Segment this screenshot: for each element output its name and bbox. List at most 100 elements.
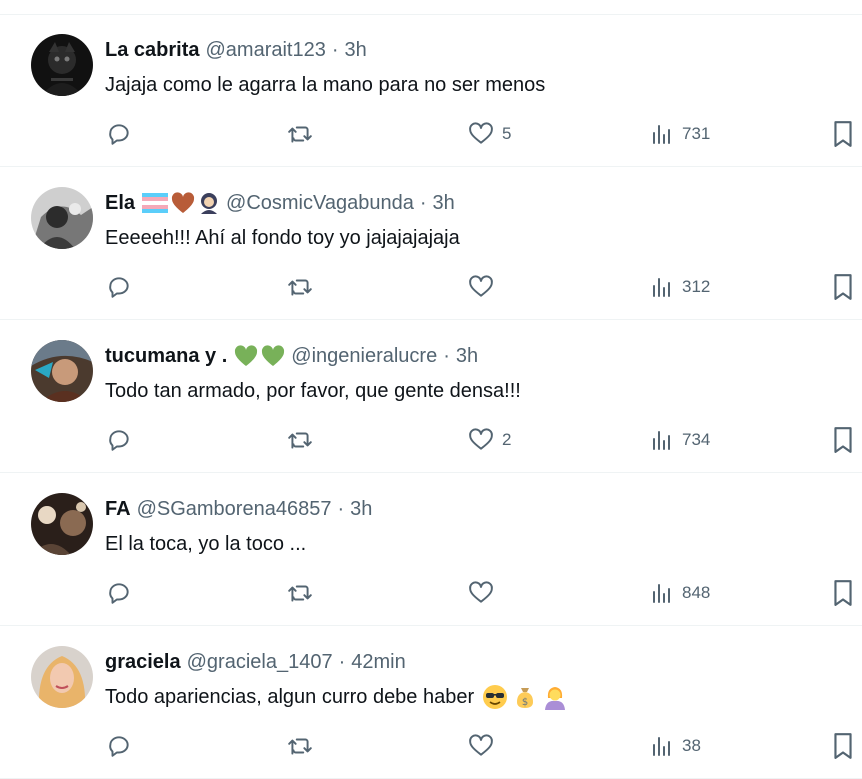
avatar[interactable]: [31, 187, 93, 249]
reply-icon: [109, 583, 129, 604]
like-button[interactable]: [468, 272, 502, 302]
sunglasses-face-icon: [483, 685, 508, 709]
views-icon: [653, 737, 670, 756]
retweet-button[interactable]: [286, 272, 314, 302]
bookmark-button[interactable]: [832, 272, 854, 302]
tweet-text-content: Todo tan armado, por favor, que gente de…: [105, 380, 521, 402]
like-button[interactable]: 5: [468, 119, 511, 149]
author-name[interactable]: tucumana y .: [105, 343, 227, 369]
author-handle[interactable]: @SGamborena46857: [137, 496, 332, 522]
bookmark-button[interactable]: [832, 119, 854, 149]
bookmark-button[interactable]: [832, 731, 854, 761]
view-count: 848: [682, 583, 711, 602]
reply-icon: [109, 277, 129, 298]
brown-heart-icon: [171, 192, 195, 213]
retweet-icon: [288, 738, 312, 755]
retweet-icon: [288, 432, 312, 449]
bookmark-icon: [834, 274, 852, 300]
action-bar: 38: [0, 731, 862, 761]
retweet-button[interactable]: [286, 119, 314, 149]
author-name[interactable]: La cabrita: [105, 37, 199, 63]
tweet-text: Eeeeeh!!! Ahí al fondo toy yo jajajajaja…: [105, 225, 460, 251]
action-bar: 5 731: [0, 119, 862, 149]
retweet-icon: [288, 279, 312, 296]
reply-feed: La cabrita @amarait123 · 3h Jajaja como …: [0, 0, 862, 779]
tweet-text: Todo tan armado, por favor, que gente de…: [105, 378, 521, 404]
retweet-button[interactable]: [286, 425, 314, 455]
reply-button[interactable]: [106, 731, 132, 761]
bookmark-icon: [834, 733, 852, 759]
bookmark-icon: [834, 427, 852, 453]
views-button[interactable]: 734: [650, 425, 710, 455]
retweet-button[interactable]: [286, 731, 314, 761]
avatar[interactable]: [31, 493, 93, 555]
person-with-headscarf-icon: [201, 193, 218, 214]
retweet-button[interactable]: [286, 578, 314, 608]
timestamp[interactable]: 3h: [433, 190, 455, 216]
reply-icon: [109, 430, 129, 451]
timestamp[interactable]: 42min: [351, 649, 405, 675]
like-button[interactable]: [468, 731, 502, 761]
like-button[interactable]: 2: [468, 425, 511, 455]
reply-button[interactable]: [106, 425, 132, 455]
heart-icon: [469, 122, 493, 144]
views-button[interactable]: 312: [650, 272, 710, 302]
timestamp[interactable]: 3h: [350, 496, 372, 522]
tweet-text-content: Todo apariencias, algun curro debe haber: [105, 686, 475, 708]
name-emojis: [142, 192, 220, 214]
views-icon: [653, 125, 670, 144]
view-count: 731: [682, 124, 711, 143]
views-button[interactable]: 38: [650, 731, 701, 761]
views-icon: [653, 431, 670, 450]
tweet[interactable]: FA @SGamborena46857 · 3h El la toca, yo …: [0, 474, 862, 626]
timestamp[interactable]: 3h: [345, 37, 367, 63]
heart-icon: [469, 428, 493, 450]
views-button[interactable]: 731: [650, 119, 710, 149]
reply-button[interactable]: [106, 578, 132, 608]
author-handle[interactable]: @graciela_1407: [187, 649, 333, 675]
avatar[interactable]: [31, 340, 93, 402]
tweet[interactable]: Ela @CosmicVagabunda · 3h Eeeeeh!!! Ahí …: [0, 168, 862, 320]
retweet-icon: [288, 585, 312, 602]
separator-dot: ·: [443, 345, 450, 367]
heart-icon: [469, 275, 493, 297]
tweet-text-content: El la toca, yo la toco ...: [105, 533, 307, 555]
tweet-text: El la toca, yo la toco ...: [105, 531, 306, 557]
views-icon: [653, 278, 670, 297]
reply-icon: [109, 736, 129, 757]
person-shrugging-icon: [545, 687, 566, 710]
avatar[interactable]: [31, 646, 93, 708]
view-count: 312: [682, 277, 711, 296]
reply-icon: [109, 124, 129, 145]
author-name[interactable]: graciela: [105, 649, 181, 675]
tweet-header: tucumana y . @ingenieralucre · 3h: [105, 343, 478, 369]
tweet[interactable]: tucumana y . @ingenieralucre · 3h Todo t…: [0, 321, 862, 473]
bookmark-button[interactable]: [832, 578, 854, 608]
timestamp[interactable]: 3h: [456, 343, 478, 369]
heart-icon: [469, 734, 493, 756]
tweet-header: graciela @graciela_1407 · 42min: [105, 649, 406, 675]
reply-button[interactable]: [106, 119, 132, 149]
author-name[interactable]: Ela: [105, 190, 135, 216]
svg-text:$: $: [522, 697, 528, 708]
author-name[interactable]: FA: [105, 496, 131, 522]
author-handle[interactable]: @ingenieralucre: [291, 343, 437, 369]
view-count: 38: [682, 736, 701, 755]
tweet[interactable]: graciela @graciela_1407 · 42min Todo apa…: [0, 627, 862, 779]
reply-button[interactable]: [106, 272, 132, 302]
tweet[interactable]: La cabrita @amarait123 · 3h Jajaja como …: [0, 15, 862, 167]
separator-dot: ·: [337, 498, 345, 520]
bookmark-button[interactable]: [832, 425, 854, 455]
avatar[interactable]: [31, 34, 93, 96]
green-heart-icon: [235, 345, 258, 366]
author-handle[interactable]: @amarait123: [205, 37, 325, 63]
views-icon: [653, 584, 670, 603]
like-count: 5: [502, 124, 512, 143]
previous-tweet-edge: [0, 0, 862, 15]
author-handle[interactable]: @CosmicVagabunda: [226, 190, 414, 216]
action-bar: 2 734: [0, 425, 862, 455]
tweet-text-content: Jajaja como le agarra la mano para no se…: [105, 74, 546, 96]
like-count: 2: [502, 430, 512, 449]
views-button[interactable]: 848: [650, 578, 710, 608]
like-button[interactable]: [468, 578, 502, 608]
